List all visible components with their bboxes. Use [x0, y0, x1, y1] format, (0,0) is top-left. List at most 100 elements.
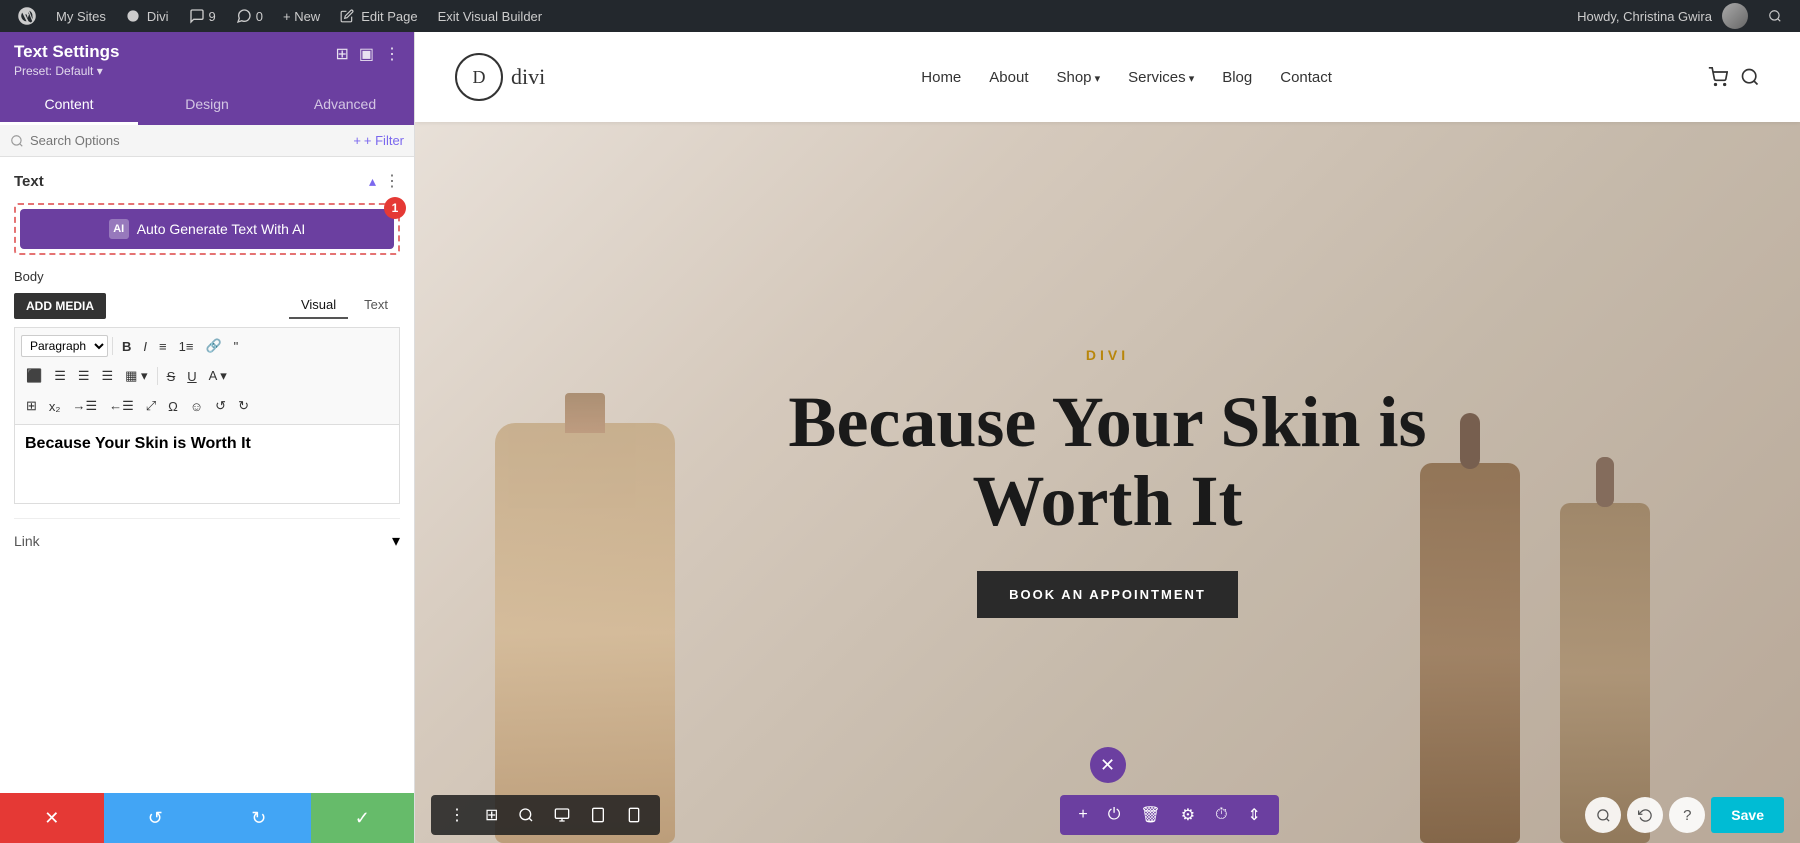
site-logo: D divi	[455, 53, 545, 101]
unordered-list-button[interactable]: ≡	[154, 336, 172, 357]
section-desktop-icon[interactable]	[546, 803, 578, 827]
section-more-icon[interactable]: ⋮	[384, 171, 400, 191]
history-icon[interactable]	[1627, 797, 1663, 833]
italic-button[interactable]: I	[138, 336, 152, 357]
module-controls: + ⏻ 🗑 ⚙ ⏱ ⇕	[1060, 795, 1279, 835]
panel-preset[interactable]: Preset: Default ▾	[14, 64, 119, 78]
cart-icon[interactable]	[1708, 67, 1728, 87]
section-tablet-icon[interactable]	[582, 803, 614, 827]
filter-button[interactable]: + + Filter	[353, 133, 404, 148]
align-justify-button[interactable]: ☰	[97, 365, 119, 387]
module-power-button[interactable]: ⏻	[1100, 802, 1129, 828]
reset-button[interactable]: ↺	[104, 793, 208, 843]
link-chevron-icon: ▾	[392, 531, 400, 551]
align-left-button[interactable]: ⬛	[21, 365, 47, 387]
comments-item[interactable]: 9	[181, 0, 224, 32]
toolbar-row-3: ⊞ x₂ →☰ ←☰ ⤢ Ω ☺ ↺ ↻	[21, 392, 393, 420]
nav-contact[interactable]: Contact	[1280, 69, 1332, 86]
nav-home[interactable]: Home	[921, 69, 961, 86]
subscript-button[interactable]: x₂	[44, 396, 66, 417]
section-settings-icon[interactable]: ⋮	[441, 801, 473, 829]
add-media-button[interactable]: ADD MEDIA	[14, 293, 106, 319]
howdy-item[interactable]: Howdy, Christina Gwira	[1569, 3, 1756, 29]
fullscreen-icon[interactable]: ⊞	[335, 44, 348, 64]
visual-tab[interactable]: Visual	[289, 292, 348, 319]
rich-text-toolbar: Paragraph Heading 1 Heading 2 B I ≡ 1≡ 🔗…	[14, 327, 400, 424]
special-chars-button[interactable]: Ω	[163, 396, 183, 417]
toolbar-row-1: Paragraph Heading 1 Heading 2 B I ≡ 1≡ 🔗…	[21, 332, 393, 360]
nav-shop[interactable]: Shop	[1056, 69, 1100, 86]
cta-button[interactable]: BOOK AN APPOINTMENT	[977, 571, 1238, 618]
undo-button[interactable]: ↺	[210, 395, 231, 417]
module-settings-button[interactable]: ⚙	[1173, 801, 1203, 829]
cancel-button[interactable]: ✕	[0, 793, 104, 843]
more-options-icon[interactable]: ⋮	[384, 44, 400, 64]
nav-services[interactable]: Services	[1128, 69, 1194, 86]
my-sites-item[interactable]: My Sites	[48, 0, 114, 32]
link-button[interactable]: 🔗	[200, 335, 226, 357]
redo-button[interactable]: ↻	[207, 793, 311, 843]
messages-item[interactable]: 0	[228, 0, 271, 32]
text-color-button[interactable]: A ▾	[204, 365, 232, 387]
delete-module-button[interactable]: ✕	[1090, 747, 1126, 783]
module-timer-button[interactable]: ⏱	[1207, 802, 1235, 828]
nav-blog[interactable]: Blog	[1222, 69, 1252, 86]
module-delete-button[interactable]: 🗑	[1132, 801, 1168, 829]
layout-icon[interactable]: ▣	[359, 44, 374, 64]
ai-generate-button[interactable]: AI Auto Generate Text With AI	[20, 209, 394, 249]
panel-tabs: Content Design Advanced	[0, 86, 414, 125]
new-item[interactable]: + New	[275, 0, 328, 32]
panel-content: Text ▴ ⋮ AI Auto Generate Text With AI 1…	[0, 157, 414, 793]
fullscreen-editor-button[interactable]: ⤢	[141, 395, 161, 417]
builder-bar: ⋮ ⊞ + ⏻ 🗑 ⚙ ⏱	[415, 787, 1800, 843]
nav-about[interactable]: About	[989, 69, 1028, 86]
hero-section: DIVI Because Your Skin is Worth It BOOK …	[415, 122, 1800, 843]
exit-builder-item[interactable]: Exit Visual Builder	[430, 0, 551, 32]
section-controls: ▴ ⋮	[369, 171, 400, 191]
module-columns-button[interactable]: ⇕	[1240, 801, 1269, 829]
underline-button[interactable]: U	[182, 366, 201, 387]
body-label: Body	[14, 269, 400, 284]
help-icon[interactable]: ?	[1669, 797, 1705, 833]
tab-design[interactable]: Design	[138, 86, 276, 125]
divi-item[interactable]: Divi	[118, 0, 177, 32]
ai-icon: AI	[109, 219, 129, 239]
emoji-button[interactable]: ☺	[185, 396, 208, 417]
indent-button[interactable]: →☰	[67, 395, 102, 417]
separator-2	[157, 367, 158, 385]
edit-page-item[interactable]: Edit Page	[332, 0, 425, 32]
text-tab[interactable]: Text	[352, 292, 400, 319]
collapse-icon[interactable]: ▴	[369, 173, 376, 190]
module-add-button[interactable]: +	[1070, 802, 1095, 828]
section-layout-icon[interactable]: ⊞	[477, 801, 506, 829]
align-center-button[interactable]: ☰	[49, 365, 71, 387]
admin-search-item[interactable]	[1760, 9, 1790, 23]
text-editor-area[interactable]: Because Your Skin is Worth It	[14, 424, 400, 504]
search-input[interactable]	[30, 133, 347, 148]
blockquote-button[interactable]: "	[229, 336, 244, 357]
align-right-button[interactable]: ☰	[73, 365, 95, 387]
search-site-icon[interactable]	[1740, 67, 1760, 87]
tab-content[interactable]: Content	[0, 86, 138, 125]
wp-logo-item[interactable]	[10, 0, 44, 32]
paste-button[interactable]: ⊞	[21, 395, 42, 417]
tab-advanced[interactable]: Advanced	[276, 86, 414, 125]
link-header[interactable]: Link ▾	[14, 519, 400, 563]
ordered-list-button[interactable]: 1≡	[174, 336, 199, 357]
bold-button[interactable]: B	[117, 336, 136, 357]
section-search-icon[interactable]	[510, 803, 542, 827]
paragraph-select[interactable]: Paragraph Heading 1 Heading 2	[21, 335, 108, 357]
strikethrough-button[interactable]: S	[162, 366, 181, 387]
confirm-button[interactable]: ✓	[311, 793, 415, 843]
table-button[interactable]: ▦ ▾	[120, 365, 152, 387]
save-button[interactable]: Save	[1711, 797, 1784, 833]
redo-editor-button[interactable]: ↻	[233, 395, 254, 417]
text-section-header: Text ▴ ⋮	[14, 171, 400, 191]
site-preview: D divi Home About Shop Services Blog Con…	[415, 32, 1800, 843]
link-section: Link ▾	[14, 518, 400, 563]
outdent-button[interactable]: ←☰	[104, 395, 139, 417]
search-builder-icon[interactable]	[1585, 797, 1621, 833]
section-mobile-icon[interactable]	[618, 803, 650, 827]
wp-admin-bar: My Sites Divi 9 0 + New Edit Page Exit V…	[0, 0, 1800, 32]
link-title: Link	[14, 533, 40, 549]
